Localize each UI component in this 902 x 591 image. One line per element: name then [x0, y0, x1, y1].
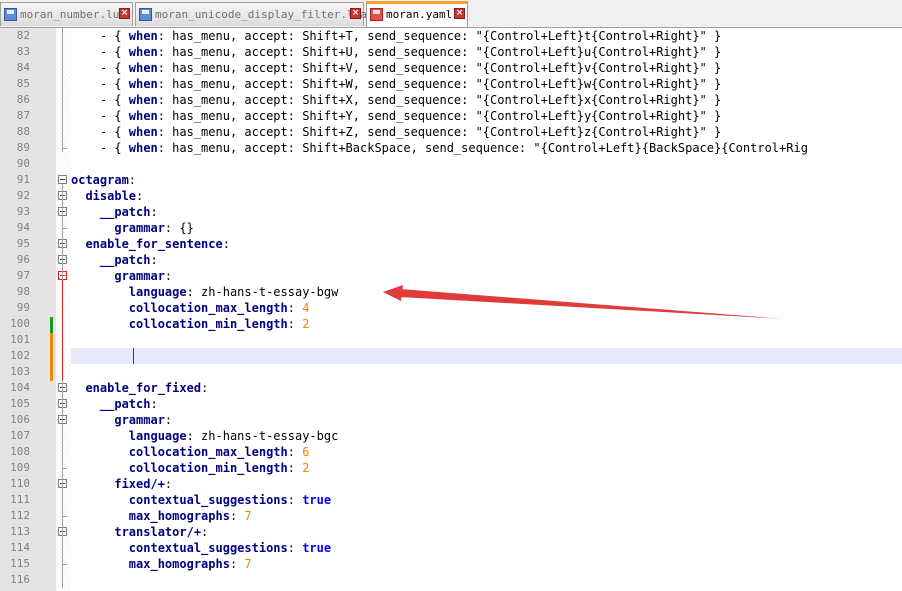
- red-arrow-annotation: [383, 285, 785, 319]
- tab-label: moran_unicode_display_filter.lua: [155, 8, 367, 21]
- close-tab-icon[interactable]: ×: [119, 8, 130, 19]
- close-tab-icon[interactable]: ×: [350, 8, 361, 19]
- tab-moran-unicode-display-filter-lua[interactable]: moran_unicode_display_filter.lua ×: [135, 2, 367, 26]
- tab-label: moran_number.lua: [20, 8, 126, 21]
- code-editor[interactable]: 82 - { when: has_menu, accept: Shift+T, …: [0, 28, 902, 591]
- file-lua-icon: [139, 8, 152, 21]
- file-lua-icon: [4, 8, 17, 21]
- close-tab-icon[interactable]: ×: [454, 8, 465, 19]
- tab-label: moran.yaml: [386, 8, 453, 21]
- file-yaml-icon: [370, 8, 383, 21]
- tab-bar: moran_number.lua × moran_unicode_display…: [0, 0, 902, 28]
- tab-moran-yaml[interactable]: moran.yaml ×: [366, 1, 468, 27]
- tab-moran-number-lua[interactable]: moran_number.lua ×: [0, 2, 133, 26]
